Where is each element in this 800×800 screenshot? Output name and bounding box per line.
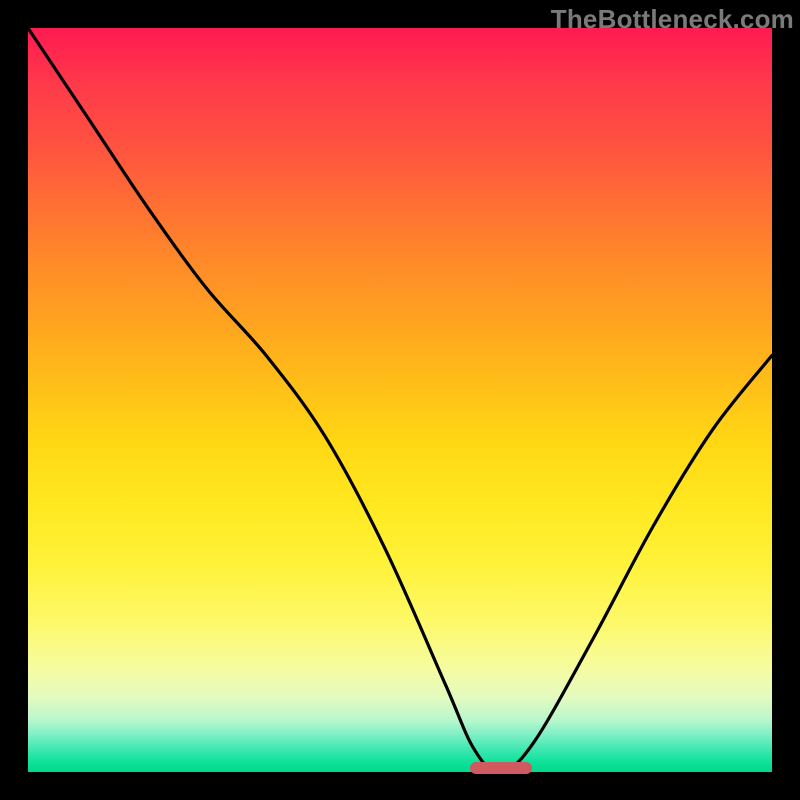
curve-path bbox=[28, 28, 772, 772]
chart-frame: TheBottleneck.com bbox=[0, 0, 800, 800]
bottleneck-curve bbox=[28, 28, 772, 772]
watermark-text: TheBottleneck.com bbox=[551, 4, 794, 35]
optimum-marker bbox=[470, 762, 532, 774]
